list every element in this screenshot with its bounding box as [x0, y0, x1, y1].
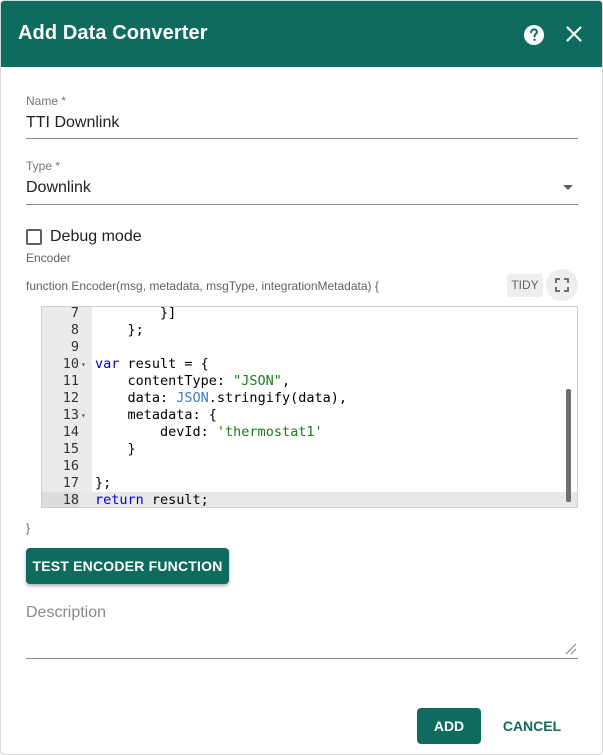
line-number: 9 [70, 339, 79, 355]
code-line[interactable]: 15 } [42, 441, 577, 458]
type-underline [26, 204, 578, 205]
code-line[interactable]: 12 data: JSON.stringify(data), [42, 390, 577, 407]
help-icon [524, 25, 544, 45]
line-number: 7 [70, 306, 79, 321]
code-text: metadata: { [95, 407, 217, 423]
description-field[interactable]: Description [26, 604, 106, 622]
name-underline [26, 138, 578, 139]
line-number: 16 [62, 458, 79, 474]
dialog-title: Add Data Converter [18, 22, 208, 44]
code-line[interactable]: 17}; [42, 475, 577, 492]
line-number: 18 [42, 492, 79, 507]
type-label: Type * [26, 159, 61, 173]
line-number: 14 [62, 424, 79, 440]
description-underline [26, 658, 578, 659]
add-button[interactable]: ADD [417, 708, 481, 744]
code-text: var result = { [95, 356, 209, 372]
resize-handle-icon[interactable] [563, 641, 577, 655]
tidy-button[interactable]: TIDY [507, 274, 543, 297]
close-button[interactable] [563, 23, 585, 45]
line-number: 17 [62, 475, 79, 491]
name-input[interactable]: TTI Downlink [26, 114, 119, 132]
name-label: Name * [26, 94, 67, 108]
dialog-header: Add Data Converter [1, 1, 602, 67]
line-number: 12 [62, 390, 79, 406]
code-line[interactable]: 11 contentType: "JSON", [42, 373, 577, 390]
fold-arrow-icon[interactable]: ▾ [81, 407, 86, 424]
line-number: 8 [70, 322, 79, 338]
code-text: return result; [95, 492, 209, 508]
code-text: devId: 'thermostat1' [95, 424, 323, 440]
close-icon [566, 26, 582, 42]
code-text: }; [95, 322, 144, 338]
encoder-function-signature: function Encoder(msg, metadata, msgType,… [26, 279, 379, 293]
code-text: contentType: "JSON", [95, 373, 291, 389]
code-line[interactable]: 8 }; [42, 322, 577, 339]
code-line[interactable]: 10 ▾ var result = { [42, 356, 577, 373]
encoder-closing-brace: } [26, 521, 31, 535]
code-text: }] [95, 306, 177, 321]
fullscreen-button[interactable] [546, 269, 578, 301]
encoder-section-label: Encoder [26, 251, 71, 265]
editor-scrollbar[interactable] [566, 389, 571, 502]
code-line[interactable]: 7 }] [42, 306, 577, 322]
test-encoder-function-button[interactable]: TEST ENCODER FUNCTION [26, 548, 229, 584]
code-line[interactable]: 18 return result; [42, 492, 577, 508]
line-number: 15 [62, 441, 79, 457]
code-text: } [95, 441, 136, 457]
line-number: 11 [62, 373, 79, 389]
fold-arrow-icon[interactable]: ▾ [81, 356, 86, 373]
help-button[interactable] [522, 23, 546, 47]
code-text: }; [95, 475, 112, 491]
dropdown-arrow-icon[interactable] [563, 185, 573, 190]
code-line[interactable]: 13 ▾ metadata: { [42, 407, 577, 424]
type-select[interactable]: Downlink [26, 179, 91, 197]
code-editor[interactable]: 7 }] 8 }; 9 10 ▾ var result = {11 contentType… [41, 306, 578, 508]
fullscreen-icon [555, 278, 569, 292]
code-line[interactable]: 14 devId: 'thermostat1' [42, 424, 577, 441]
cancel-button[interactable]: CANCEL [498, 708, 566, 744]
debug-mode-label[interactable]: Debug mode [50, 228, 142, 246]
debug-mode-checkbox[interactable] [26, 229, 42, 245]
add-data-converter-dialog: Add Data Converter Name * TTI Downlink T… [0, 0, 603, 755]
code-line[interactable]: 9 [42, 339, 577, 356]
line-number: 10 [62, 356, 79, 372]
code-lines: 7 }] 8 }; 9 10 ▾ var result = {11 contentType… [42, 306, 577, 508]
line-number: 13 [62, 407, 79, 423]
code-text: data: JSON.stringify(data), [95, 390, 347, 406]
code-line[interactable]: 16 [42, 458, 577, 475]
